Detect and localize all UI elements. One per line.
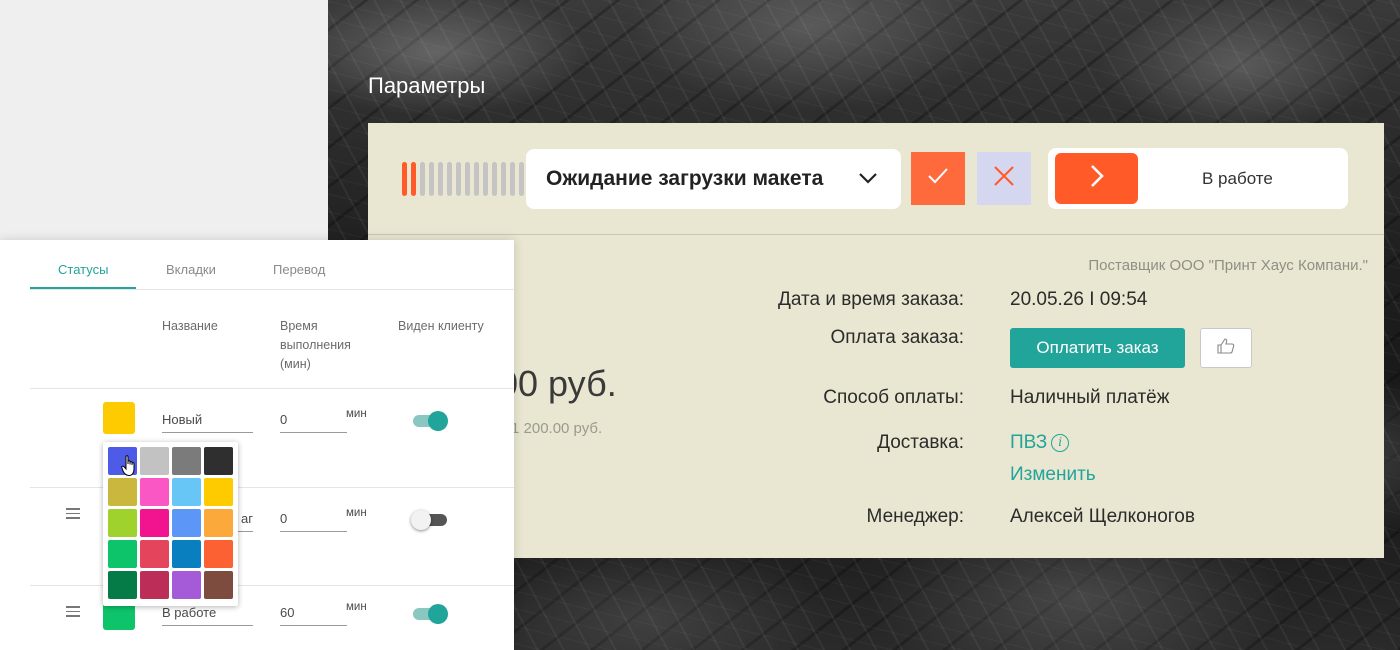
drag-handle-icon[interactable] [66,508,80,519]
color-option[interactable] [172,478,201,506]
column-time-header-line2: выполнения [280,338,351,352]
payment-method-value: Наличный платёж [1010,387,1170,408]
progress-step [492,162,497,196]
close-icon [992,164,1016,193]
status-progress-indicator [402,162,524,196]
progress-step [420,162,425,196]
delivery-change-link[interactable]: Изменить [1010,464,1096,486]
status-time-input[interactable]: 0 [280,507,347,532]
thumbs-up-button[interactable] [1200,328,1252,368]
column-time-header: Время выполнения (мин) [280,317,351,374]
progress-step [510,162,515,196]
color-option[interactable] [140,540,169,568]
color-option[interactable] [140,571,169,599]
progress-step [447,162,452,196]
order-card: Ожидание загрузки макета В работе Постав… [368,123,1384,558]
check-icon [925,163,951,194]
order-datetime-label: Дата и время заказа: [777,289,964,310]
color-option[interactable] [108,509,137,537]
payment-label: Оплата заказа: [830,327,964,348]
supplier-text: Поставщик ООО "Принт Хаус Компани." [1088,257,1368,274]
visible-to-client-toggle[interactable] [413,411,448,431]
progress-step [402,162,407,196]
color-option[interactable] [172,540,201,568]
tab-tabs[interactable]: Вкладки [166,262,216,277]
tab-statuses[interactable]: Статусы [58,262,108,277]
status-time-input[interactable]: 0 [280,408,347,433]
payment-method-label: Способ оплаты: [823,387,964,408]
color-option[interactable] [140,509,169,537]
progress-step [519,162,524,196]
delivery-value[interactable]: ПВЗ i [1010,432,1070,454]
color-option[interactable] [108,571,137,599]
column-time-header-line3: (мин) [280,357,311,371]
chevron-right-icon [1087,163,1107,194]
color-option[interactable] [172,571,201,599]
color-option[interactable] [108,478,137,506]
color-option[interactable] [172,509,201,537]
status-select[interactable]: Ожидание загрузки макета [526,149,901,209]
next-status-button[interactable]: В работе [1048,148,1348,209]
visible-to-client-toggle[interactable] [413,604,448,624]
status-settings-panel: Статусы Вкладки Перевод Название Время в… [0,240,514,650]
section-title: Параметры [368,73,486,98]
tab-translation[interactable]: Перевод [273,262,325,277]
row-divider [30,388,514,389]
color-option[interactable] [204,540,233,568]
color-option[interactable] [204,478,233,506]
progress-step [501,162,506,196]
status-name-input[interactable]: Новый [162,408,253,433]
order-price-secondary: 1 200.00 руб. [511,420,603,437]
color-option[interactable] [204,571,233,599]
order-datetime-value: 20.05.26 I 09:54 [1010,289,1148,310]
color-option[interactable] [172,447,201,475]
active-tab-indicator [30,287,136,289]
progress-step [438,162,443,196]
progress-step [483,162,488,196]
time-unit-label: мин [346,601,367,613]
time-unit-label: мин [346,408,367,420]
next-status-label: В работе [1202,169,1273,188]
toggle-knob [428,411,448,431]
status-time-input[interactable]: 60 [280,601,347,626]
column-time-header-line1: Время [280,319,318,333]
time-unit-label: мин [346,507,367,519]
confirm-status-button[interactable] [911,152,965,205]
color-option[interactable] [140,478,169,506]
delivery-label: Доставка: [877,432,964,453]
tab-bar: Статусы Вкладки Перевод [30,240,514,290]
chevron-down-icon [857,167,879,195]
thumbs-up-icon [1217,337,1235,359]
manager-value: Алексей Щелконогов [1010,506,1195,527]
progress-step [465,162,470,196]
color-option[interactable] [204,509,233,537]
color-option[interactable] [108,540,137,568]
status-bar: Ожидание загрузки макета В работе [368,123,1384,235]
progress-step [429,162,434,196]
progress-step [411,162,416,196]
next-status-arrow[interactable] [1055,153,1138,204]
color-option[interactable] [140,447,169,475]
pay-order-button[interactable]: Оплатить заказ [1010,328,1185,368]
progress-step [474,162,479,196]
info-icon[interactable]: i [1051,434,1070,452]
toggle-knob [428,604,448,624]
column-visible-header: Виден клиенту [398,319,484,333]
status-select-value: Ожидание загрузки макета [546,167,824,190]
drag-handle-icon[interactable] [66,606,80,617]
progress-step [456,162,461,196]
manager-label: Менеджер: [866,506,964,527]
cancel-status-button[interactable] [977,152,1031,205]
hand-pointer-icon [121,455,139,482]
column-name-header: Название [162,319,218,333]
status-color-swatch[interactable] [103,402,135,434]
color-option[interactable] [204,447,233,475]
toggle-knob [411,510,431,530]
delivery-type: ПВЗ [1010,432,1048,453]
visible-to-client-toggle[interactable] [411,510,447,530]
